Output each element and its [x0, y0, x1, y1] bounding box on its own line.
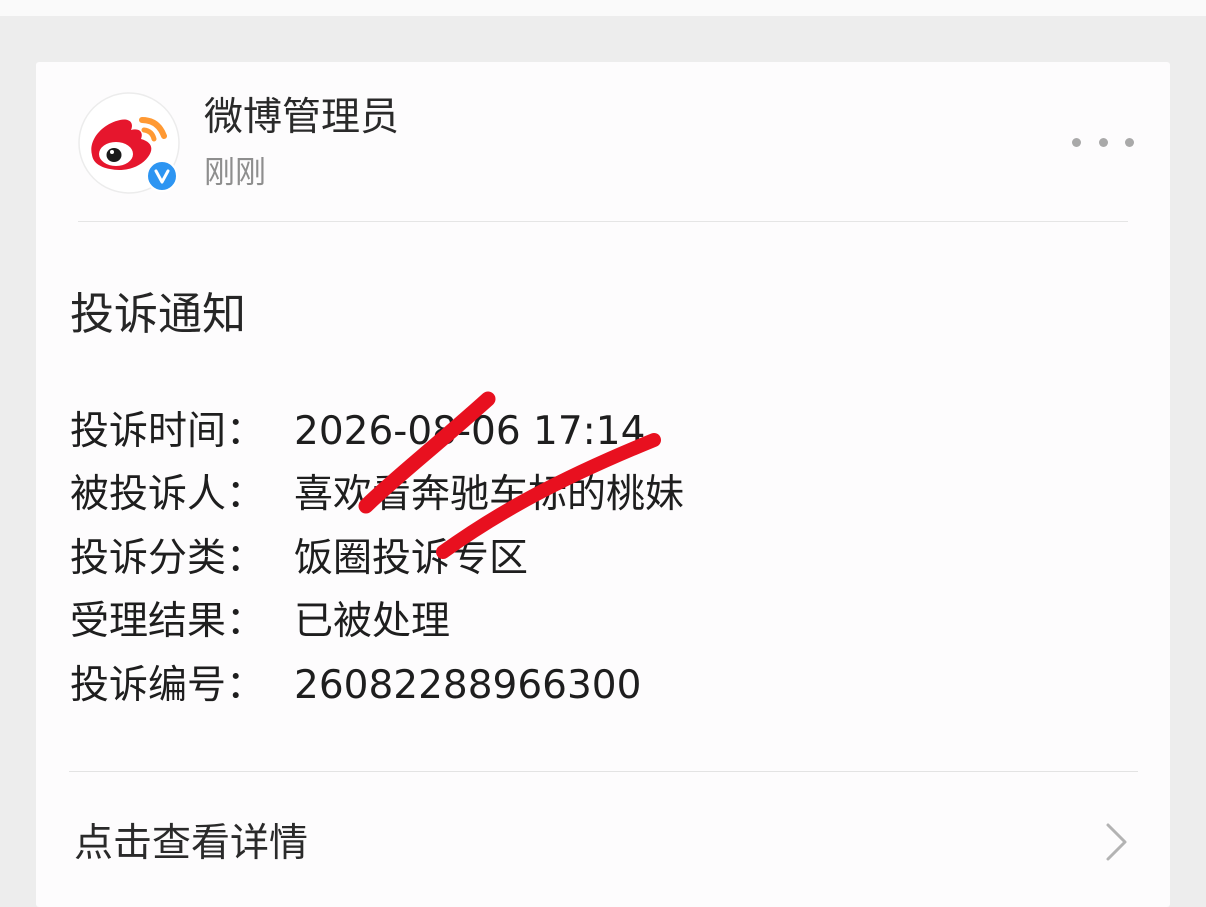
info-value: 已被处理	[294, 599, 451, 645]
more-options-button[interactable]	[1072, 134, 1134, 150]
notice-title: 投诉通知	[70, 289, 246, 340]
info-row-category: 投诉分类： 饭圈投诉专区	[70, 527, 1070, 591]
post-card: 微博管理员 刚刚 投诉通知 投诉时间： 2026-08-06 17:14 被投诉…	[36, 62, 1170, 907]
info-label: 投诉编号：	[70, 662, 266, 708]
more-dots-icon	[1072, 137, 1081, 147]
header-divider	[78, 221, 1128, 222]
author-name[interactable]: 微博管理员	[204, 94, 399, 142]
info-label: 被投诉人：	[70, 472, 266, 518]
info-value: 2026-08-06 17:14	[294, 408, 646, 454]
info-label: 受理结果：	[70, 599, 266, 645]
info-value: 喜欢看奔驰车标的桃妹	[294, 472, 685, 518]
info-value: 26082288966300	[294, 662, 642, 708]
avatar[interactable]	[78, 92, 180, 194]
verified-badge-icon	[146, 160, 178, 192]
view-details-label: 点击查看详情	[74, 821, 309, 866]
status-bar-strip	[0, 0, 1206, 16]
view-details-link[interactable]: 点击查看详情	[36, 772, 1170, 907]
info-row-result: 受理结果： 已被处理	[70, 591, 1070, 655]
info-row-respondent: 被投诉人： 喜欢看奔驰车标的桃妹	[70, 464, 1070, 528]
more-dots-icon	[1125, 137, 1134, 147]
info-row-number: 投诉编号： 26082288966300	[70, 654, 1070, 718]
info-label: 投诉时间：	[70, 408, 266, 454]
chevron-right-icon	[1106, 823, 1127, 861]
info-value: 饭圈投诉专区	[294, 535, 529, 581]
more-dots-icon	[1098, 137, 1108, 147]
info-label: 投诉分类：	[70, 535, 266, 581]
post-timestamp: 刚刚	[204, 155, 266, 191]
notice-info-list: 投诉时间： 2026-08-06 17:14 被投诉人： 喜欢看奔驰车标的桃妹 …	[70, 400, 1070, 718]
info-row-time: 投诉时间： 2026-08-06 17:14	[70, 400, 1070, 464]
